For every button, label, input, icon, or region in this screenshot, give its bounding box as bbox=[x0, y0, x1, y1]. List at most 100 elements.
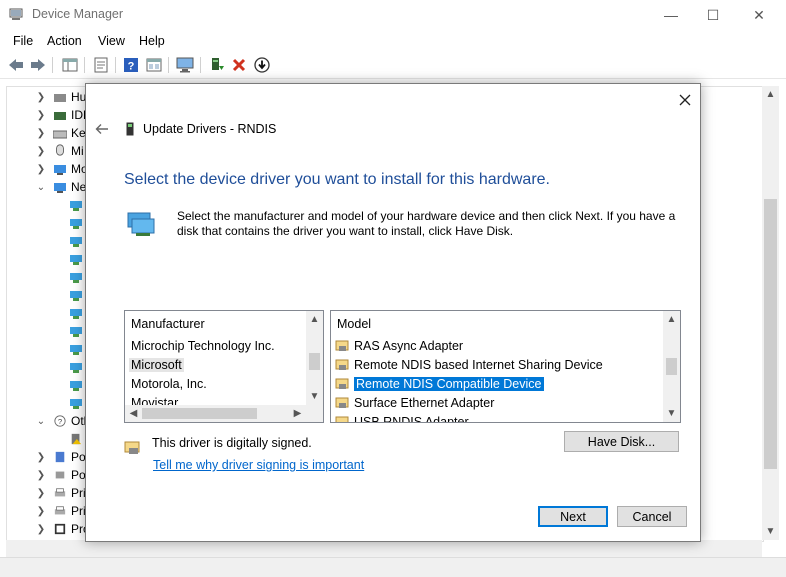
scroll-down-icon[interactable]: ▼ bbox=[306, 388, 323, 405]
manufacturer-list[interactable]: Manufacturer Microchip Technology Inc. M… bbox=[124, 310, 324, 423]
chevron-right-icon[interactable]: ❯ bbox=[35, 163, 47, 175]
chevron-right-icon[interactable]: ❯ bbox=[35, 487, 47, 499]
model-item-label: RAS Async Adapter bbox=[354, 338, 464, 353]
scroll-up-icon[interactable]: ▲ bbox=[663, 311, 680, 328]
driver-signing-link[interactable]: Tell me why driver signing is important bbox=[153, 458, 364, 472]
show-hide-console-tree-button[interactable] bbox=[61, 56, 79, 74]
network-adapter-icon bbox=[70, 327, 82, 337]
minimize-button[interactable]: — bbox=[648, 0, 694, 30]
update-driver-icon bbox=[212, 58, 224, 70]
model-item[interactable]: Remote NDIS based Internet Sharing Devic… bbox=[335, 356, 603, 373]
back-button[interactable] bbox=[7, 56, 25, 74]
model-item-label: USB RNDIS Adapter bbox=[354, 414, 469, 423]
close-window-button[interactable]: ✕ bbox=[736, 0, 782, 30]
network-adapter-icon bbox=[70, 201, 82, 211]
model-item[interactable]: RAS Async Adapter bbox=[335, 337, 463, 354]
scroll-down-icon[interactable]: ▼ bbox=[762, 523, 779, 540]
chevron-right-icon[interactable]: ❯ bbox=[35, 451, 47, 463]
dialog-close-button[interactable] bbox=[675, 90, 695, 110]
network-adapter-icon bbox=[70, 273, 82, 283]
update-driver-button[interactable] bbox=[208, 56, 226, 74]
scroll-thumb[interactable] bbox=[142, 408, 257, 419]
tree-vertical-scrollbar[interactable]: ▲ ▼ bbox=[762, 86, 779, 540]
chevron-right-icon[interactable]: ❯ bbox=[35, 145, 47, 157]
enable-device-button[interactable] bbox=[253, 56, 271, 74]
uninstall-device-button[interactable] bbox=[230, 56, 248, 74]
scroll-down-icon[interactable]: ▼ bbox=[663, 405, 680, 422]
chevron-right-icon[interactable]: ❯ bbox=[35, 127, 47, 139]
menu-bar: File Action View Help bbox=[0, 30, 786, 52]
keyboard-icon bbox=[53, 130, 67, 139]
driver-package-icon bbox=[335, 340, 349, 351]
tree-item-label: Ke bbox=[71, 126, 86, 140]
next-button[interactable]: Next bbox=[538, 506, 608, 527]
menu-view[interactable]: View bbox=[98, 34, 125, 48]
network-adapter-icon bbox=[70, 291, 82, 301]
back-arrow-icon bbox=[9, 59, 23, 71]
printer-icon bbox=[54, 506, 66, 515]
chevron-right-icon[interactable]: ❯ bbox=[35, 91, 47, 103]
dialog-back-button[interactable] bbox=[94, 121, 110, 137]
model-item-selected[interactable]: Remote NDIS Compatible Device bbox=[335, 375, 545, 392]
model-vertical-scrollbar[interactable]: ▲ ▼ bbox=[663, 311, 680, 422]
view-button[interactable] bbox=[145, 56, 163, 74]
properties-button[interactable] bbox=[92, 56, 110, 74]
tree-item-label: Mi bbox=[71, 144, 84, 158]
scroll-right-icon[interactable]: ▶ bbox=[289, 405, 306, 422]
scroll-thumb[interactable] bbox=[666, 358, 677, 375]
chevron-down-icon[interactable]: ⌄ bbox=[35, 415, 47, 427]
minimize-icon: — bbox=[664, 7, 678, 23]
manufacturer-horizontal-scrollbar[interactable]: ◀ ▶ bbox=[125, 405, 323, 422]
menu-action[interactable]: Action bbox=[47, 34, 82, 48]
chevron-right-icon[interactable]: ❯ bbox=[35, 469, 47, 481]
manufacturer-item-selected[interactable]: Microsoft bbox=[129, 358, 184, 372]
chevron-down-icon[interactable]: ⌄ bbox=[35, 181, 47, 193]
model-item[interactable]: Surface Ethernet Adapter bbox=[335, 394, 494, 411]
cancel-button[interactable]: Cancel bbox=[617, 506, 687, 527]
manufacturer-item[interactable]: Motorola, Inc. bbox=[131, 377, 207, 391]
scan-hardware-button[interactable] bbox=[176, 56, 194, 74]
model-list[interactable]: Model RAS Async Adapter Remote NDIS base… bbox=[330, 310, 681, 423]
red-x-icon bbox=[232, 58, 246, 72]
menu-file[interactable]: File bbox=[13, 34, 33, 48]
network-adapter-icon bbox=[54, 183, 66, 193]
model-item[interactable]: USB RNDIS Adapter bbox=[335, 413, 469, 423]
tree-item-label: Po bbox=[71, 450, 86, 464]
warning-device-icon bbox=[71, 433, 82, 445]
window-title-bar: Device Manager — ☐ ✕ bbox=[0, 0, 786, 30]
chevron-right-icon[interactable]: ❯ bbox=[35, 505, 47, 517]
help-button[interactable]: ? bbox=[122, 56, 140, 74]
tree-item-label: Po bbox=[71, 468, 86, 482]
network-adapter-icon bbox=[70, 363, 82, 373]
chevron-right-icon[interactable]: ❯ bbox=[35, 109, 47, 121]
maximize-button[interactable]: ☐ bbox=[690, 0, 736, 30]
chevron-right-icon[interactable]: ❯ bbox=[35, 523, 47, 535]
driver-package-icon bbox=[335, 359, 349, 370]
unknown-device-icon: ? bbox=[54, 415, 66, 427]
scroll-thumb[interactable] bbox=[764, 199, 777, 469]
scroll-up-icon[interactable]: ▲ bbox=[762, 86, 779, 103]
network-adapter-icon bbox=[70, 255, 82, 265]
console-tree-icon bbox=[62, 58, 78, 72]
network-adapter-icon bbox=[70, 309, 82, 319]
hid-icon bbox=[54, 94, 66, 102]
printer-icon bbox=[54, 488, 66, 497]
scroll-left-icon[interactable]: ◀ bbox=[125, 405, 142, 422]
network-adapter-icon bbox=[70, 381, 82, 391]
forward-button[interactable] bbox=[29, 56, 47, 74]
tree-item-label: Pri bbox=[71, 504, 86, 518]
manufacturer-vertical-scrollbar[interactable]: ▲ ▼ bbox=[306, 311, 323, 405]
view-icon bbox=[146, 58, 162, 72]
driver-package-icon bbox=[335, 416, 349, 422]
menu-help[interactable]: Help bbox=[139, 34, 165, 48]
toolbar-separator bbox=[115, 57, 116, 73]
signed-driver-icon bbox=[124, 441, 140, 454]
have-disk-button[interactable]: Have Disk... bbox=[564, 431, 679, 452]
tree-horizontal-scrollbar[interactable] bbox=[6, 540, 762, 557]
toolbar-separator bbox=[52, 57, 53, 73]
network-adapter-icon bbox=[70, 237, 82, 247]
hardware-network-icon bbox=[127, 212, 155, 236]
scroll-up-icon[interactable]: ▲ bbox=[306, 311, 323, 328]
manufacturer-item[interactable]: Microchip Technology Inc. bbox=[131, 339, 275, 353]
scroll-thumb[interactable] bbox=[309, 353, 320, 370]
